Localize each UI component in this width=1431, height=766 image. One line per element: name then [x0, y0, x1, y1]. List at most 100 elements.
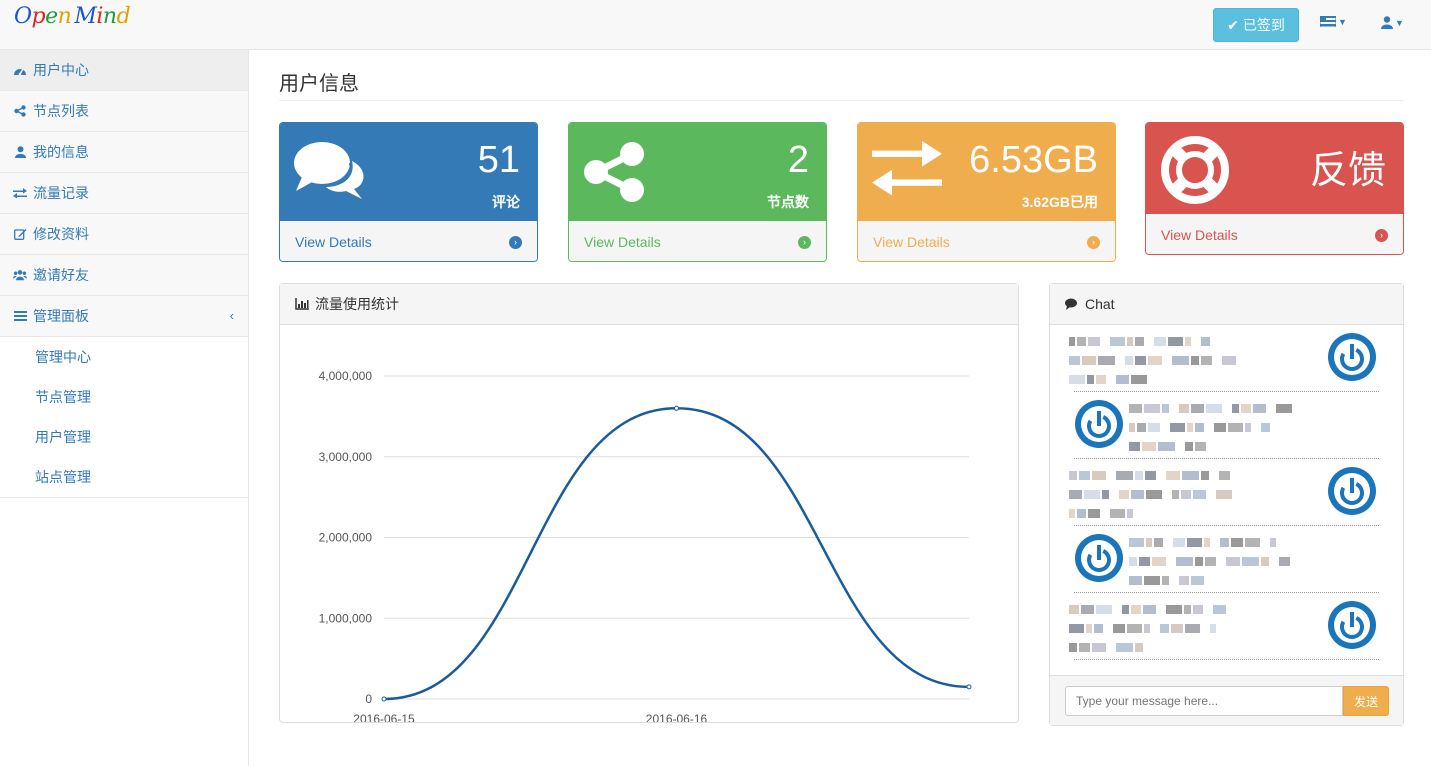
stat-value: 反馈 [1309, 150, 1386, 192]
comments-icon [294, 141, 366, 202]
chat-panel: Chat 发送 [1049, 283, 1404, 726]
admin-subitem[interactable]: 节点管理 [0, 377, 248, 417]
obscured-text [1137, 423, 1146, 432]
obscured-text [1195, 442, 1206, 451]
chat-messages[interactable] [1050, 325, 1403, 675]
obscured-text [1144, 404, 1160, 413]
logo-letter: M [74, 4, 97, 29]
obscured-text [1102, 490, 1109, 499]
user-dropdown[interactable]: ▼ [1381, 16, 1404, 29]
obscured-text [1279, 557, 1290, 566]
obscured-text [1096, 605, 1112, 614]
obscured-text [1077, 337, 1086, 346]
exchange-icon [872, 141, 942, 200]
data-point[interactable] [381, 696, 387, 702]
obscured-text [1116, 375, 1129, 384]
chat-title: Chat [1085, 296, 1115, 312]
admin-subitem[interactable]: 管理中心 [0, 337, 248, 377]
obscured-text [1185, 337, 1191, 346]
sidebar-item-3[interactable]: 流量记录 [0, 173, 248, 214]
obscured-text [1261, 423, 1270, 432]
chat-footer: 发送 [1050, 675, 1403, 725]
data-point[interactable] [674, 405, 679, 411]
obscured-text [1069, 490, 1082, 499]
admin-subitem[interactable]: 站点管理 [0, 457, 248, 497]
sidebar-item-4[interactable]: 修改资料 [0, 214, 248, 255]
obscured-text [1201, 337, 1210, 346]
obscured-text [1139, 557, 1150, 566]
obscured-text [1179, 404, 1189, 413]
traffic-stats-panel: 流量使用统计 0 1,000,000 2,000,000 3,000,000 4,000… [279, 283, 1019, 723]
brand-logo[interactable]: Open Mind [14, 4, 131, 29]
user-icon [1381, 16, 1393, 29]
sidebar-item-1[interactable]: 节点列表 [0, 91, 248, 132]
obscured-text [1182, 471, 1199, 480]
logo-letter: n [102, 4, 117, 29]
traffic-panel-title: 流量使用统计 [315, 296, 399, 312]
obscured-text [1170, 423, 1185, 432]
obscured-text [1069, 356, 1080, 365]
obscured-text [1219, 471, 1230, 480]
obscured-text [1214, 423, 1226, 432]
admin-submenu: 管理中心 节点管理 用户管理 站点管理 [0, 337, 248, 498]
stat-panel-heading: 6.53GB 3.62GB已用 [858, 123, 1115, 221]
obscured-text [1160, 624, 1169, 633]
view-details-link[interactable]: View Details › [1146, 214, 1403, 254]
obscured-text [1110, 337, 1125, 346]
chevron-left-icon[interactable]: ‹ [230, 308, 234, 323]
stat-panel-1: 2 节点数 View Details › [568, 122, 827, 262]
obscured-text [1069, 375, 1085, 384]
sidebar-item-label: 节点列表 [33, 103, 89, 119]
chat-message-input[interactable] [1065, 686, 1343, 716]
sidebar-item-2[interactable]: 我的信息 [0, 132, 248, 173]
obscured-text [1152, 557, 1166, 566]
obscured-text [1079, 643, 1090, 652]
obscured-text [1127, 337, 1133, 346]
sidebar-item-6[interactable]: 管理面板 ‹ [0, 296, 248, 337]
obscured-text [1119, 490, 1129, 499]
language-dropdown[interactable]: ▼ [1320, 16, 1347, 27]
obscured-text [1069, 624, 1084, 633]
obscured-text [1213, 605, 1226, 614]
obscured-text [1191, 356, 1199, 365]
exchange-icon [13, 186, 27, 200]
sidebar-item-0[interactable]: 用户中心 [0, 50, 248, 91]
checked-in-label: 已签到 [1242, 17, 1285, 33]
view-details-label: View Details [873, 234, 950, 250]
obscured-text [1228, 423, 1243, 432]
obscured-text [1142, 442, 1156, 451]
obscured-text [1144, 624, 1150, 633]
avatar [1327, 600, 1377, 650]
obscured-text [1172, 356, 1189, 365]
checked-in-button[interactable]: ✔ 已签到 [1213, 8, 1299, 42]
obscured-text [1270, 538, 1276, 547]
obscured-text [1148, 356, 1162, 365]
obscured-text [1232, 404, 1239, 413]
sidebar-menu: 用户中心节点列表我的信息 流量记录 修改资料 邀请好友 管理面板 ‹ [0, 50, 248, 337]
admin-subitem[interactable]: 用户管理 [0, 417, 248, 457]
obscured-text [1158, 442, 1175, 451]
obscured-text [1077, 509, 1086, 518]
series-line [383, 407, 970, 701]
caret-down-icon: ▼ [1338, 16, 1347, 27]
obscured-text [1173, 538, 1185, 547]
view-details-link[interactable]: View Details › [569, 221, 826, 261]
obscured-text [1185, 442, 1193, 451]
view-details-link[interactable]: View Details › [858, 221, 1115, 261]
sidebar-item-5[interactable]: 邀请好友 [0, 255, 248, 296]
arrow-circle-right-icon: › [798, 235, 811, 249]
obscured-text [1179, 576, 1189, 585]
send-button[interactable]: 发送 [1343, 686, 1389, 716]
traffic-line-chart: 0 1,000,000 2,000,000 3,000,000 4,000,000 201… [319, 369, 972, 722]
obscured-text [1069, 337, 1075, 346]
obscured-text [1081, 605, 1094, 614]
obscured-text [1216, 490, 1232, 499]
edit-icon [13, 227, 27, 241]
top-navbar: Open Mind ✔ 已签到 ▼ ▼ [0, 0, 1431, 50]
view-details-link[interactable]: View Details › [280, 221, 537, 261]
view-details-label: View Details [584, 234, 661, 250]
data-point[interactable] [966, 684, 972, 690]
y-tick-label: 3,000,000 [319, 450, 373, 464]
obscured-text [1191, 404, 1204, 413]
stat-label: 评论 [492, 194, 520, 210]
